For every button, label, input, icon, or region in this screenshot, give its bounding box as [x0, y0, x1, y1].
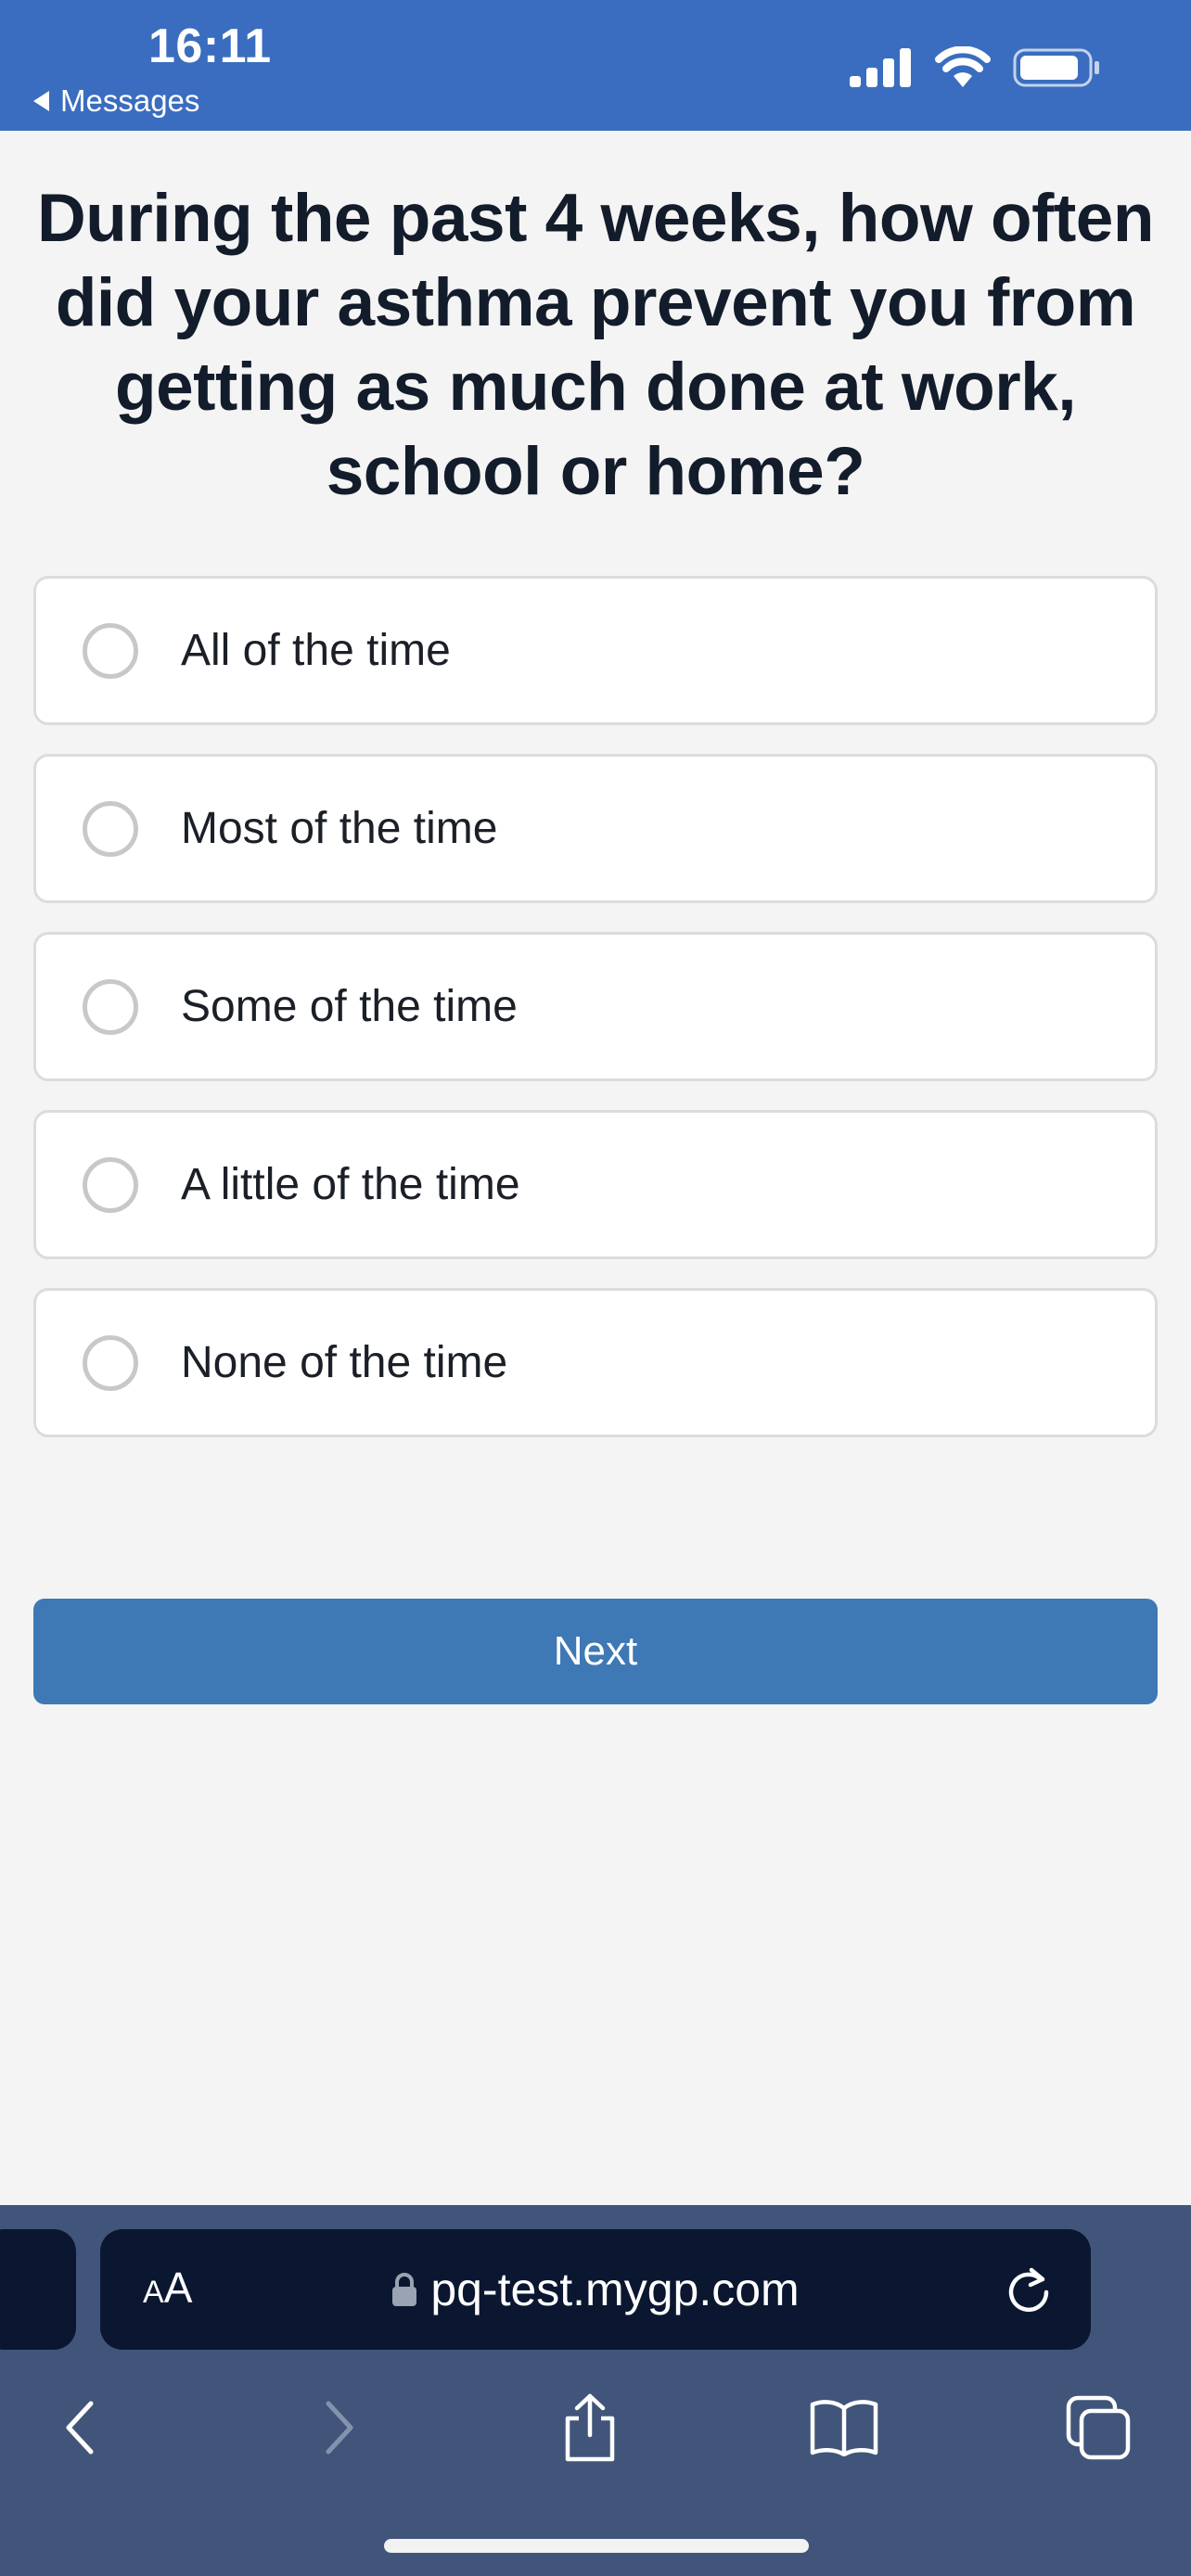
back-triangle-icon [33, 91, 49, 111]
back-button[interactable] [33, 2381, 126, 2474]
radio-button[interactable] [83, 1334, 138, 1391]
browser-toolbar [0, 2381, 1191, 2483]
option-label: A little of the time [181, 1160, 520, 1209]
url-text: pq-test.mygp.com [430, 2264, 800, 2315]
back-to-messages-link[interactable]: Messages [33, 83, 199, 119]
radio-button[interactable] [83, 622, 138, 679]
question-heading: During the past 4 weeks, how often did y… [37, 181, 1154, 509]
next-button[interactable]: Next [33, 1599, 1158, 1704]
bookmarks-button[interactable] [798, 2381, 890, 2474]
status-icons [850, 46, 1102, 87]
option-none-of-the-time[interactable]: None of the time [33, 1288, 1158, 1437]
tabs-button[interactable] [1052, 2381, 1145, 2474]
page: 16:11 Messages During the past 4 weeks, … [0, 0, 1191, 2576]
home-indicator [384, 2539, 809, 2553]
signal-icon [850, 48, 911, 87]
url-container[interactable]: pq-test.mygp.com [100, 2229, 1091, 2350]
option-label: All of the time [181, 626, 451, 675]
option-a-little-of-the-time[interactable]: A little of the time [33, 1110, 1158, 1259]
battery-icon [1013, 48, 1099, 87]
text-size-small-label: A [143, 2275, 164, 2310]
forward-icon [326, 2401, 353, 2455]
back-to-messages-label: Messages [60, 83, 200, 118]
browser-bar: pq-test.mygp.com A A [0, 2205, 1191, 2576]
reload-icon[interactable] [1004, 2264, 1054, 2315]
option-all-of-the-time[interactable]: All of the time [33, 576, 1158, 725]
share-icon [565, 2393, 615, 2462]
text-size-large-label: A [163, 2264, 193, 2312]
status-time: 16:11 [148, 19, 272, 73]
back-icon [66, 2401, 94, 2455]
status-bar: 16:11 Messages [0, 0, 1191, 131]
radio-button[interactable] [83, 978, 138, 1035]
option-label: Some of the time [181, 982, 518, 1031]
tabs-icon [1066, 2395, 1131, 2460]
wifi-icon [935, 46, 991, 87]
option-label: Most of the time [181, 804, 498, 853]
answer-options: All of the time Most of the time Some of… [33, 576, 1158, 1466]
option-most-of-the-time[interactable]: Most of the time [33, 754, 1158, 903]
previous-tab-preview[interactable] [0, 2229, 76, 2350]
option-some-of-the-time[interactable]: Some of the time [33, 932, 1158, 1081]
address-bar[interactable]: pq-test.mygp.com A A [100, 2229, 1091, 2350]
text-size-button[interactable]: A A [143, 2263, 192, 2313]
share-button[interactable] [544, 2381, 636, 2474]
radio-button[interactable] [83, 800, 138, 857]
lock-icon [392, 2273, 417, 2306]
radio-button[interactable] [83, 1156, 138, 1213]
option-label: None of the time [181, 1338, 508, 1387]
forward-button[interactable] [293, 2381, 386, 2474]
bookmarks-icon [810, 2400, 878, 2456]
